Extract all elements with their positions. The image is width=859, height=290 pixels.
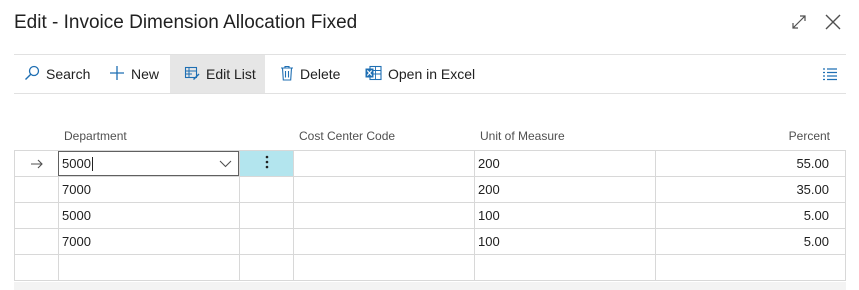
unit-of-measure-cell[interactable]: 100 <box>474 203 655 228</box>
arrow-right-icon <box>14 151 58 176</box>
grid-header: Department Cost Center Code Unit of Meas… <box>14 124 846 150</box>
row-indicator <box>14 177 58 202</box>
department-cell[interactable]: 5000 <box>58 203 239 228</box>
delete-label: Delete <box>300 66 341 82</box>
grid-rows: 5000 200 55.00 7000 200 35.00 5000 100 5… <box>14 150 846 281</box>
chevron-down-icon[interactable] <box>219 156 232 171</box>
window-controls <box>789 12 843 32</box>
excel-icon <box>365 65 382 84</box>
row-actions-menu[interactable] <box>239 203 293 228</box>
search-label: Search <box>46 66 91 82</box>
row-actions-menu[interactable] <box>239 151 293 176</box>
row-indicator <box>14 203 58 228</box>
open-in-excel-label: Open in Excel <box>388 66 476 82</box>
edit-list-label: Edit List <box>206 66 256 82</box>
row-actions-menu[interactable] <box>239 255 293 280</box>
department-cell[interactable]: 7000 <box>58 177 239 202</box>
department-input-value: 5000 <box>62 155 93 172</box>
percent-cell[interactable]: 35.00 <box>655 177 846 202</box>
close-icon[interactable] <box>823 12 843 32</box>
new-label: New <box>131 66 160 82</box>
unit-of-measure-cell[interactable]: 100 <box>474 229 655 254</box>
unit-of-measure-cell[interactable]: 200 <box>474 177 655 202</box>
table-row[interactable]: 5000 100 5.00 <box>14 203 846 229</box>
plus-icon <box>109 65 125 84</box>
edit-list-icon <box>184 65 200 84</box>
column-header-percent[interactable]: Percent <box>789 129 830 143</box>
cost-center-code-cell[interactable] <box>293 177 474 202</box>
unit-of-measure-cell[interactable]: 200 <box>474 151 655 176</box>
column-header-department[interactable]: Department <box>64 129 127 143</box>
trash-icon <box>280 65 294 84</box>
more-vertical-icon <box>265 155 269 172</box>
column-header-cost-center-code[interactable]: Cost Center Code <box>299 129 395 143</box>
scroll-area-footer <box>14 282 846 290</box>
unit-of-measure-cell[interactable] <box>474 255 655 280</box>
department-cell[interactable]: 7000 <box>58 229 239 254</box>
row-indicator <box>14 229 58 254</box>
list-view-icon[interactable] <box>822 55 838 93</box>
percent-cell[interactable]: 55.00 <box>655 151 846 176</box>
cost-center-code-cell[interactable] <box>293 255 474 280</box>
cost-center-code-cell[interactable] <box>293 203 474 228</box>
cost-center-code-cell[interactable] <box>293 151 474 176</box>
delete-button[interactable]: Delete <box>280 55 340 93</box>
page-title: Edit - Invoice Dimension Allocation Fixe… <box>14 12 358 33</box>
row-actions-menu[interactable] <box>239 177 293 202</box>
table-row[interactable]: 7000 200 35.00 <box>14 177 846 203</box>
column-header-unit-of-measure[interactable]: Unit of Measure <box>480 129 565 143</box>
department-cell[interactable] <box>58 255 239 280</box>
edit-list-button[interactable]: Edit List <box>170 55 265 93</box>
search-icon <box>24 65 40 84</box>
percent-cell[interactable] <box>655 255 846 280</box>
department-input[interactable]: 5000 <box>58 151 239 176</box>
percent-cell[interactable]: 5.00 <box>655 203 846 228</box>
search-button[interactable]: Search <box>24 55 90 93</box>
cost-center-code-cell[interactable] <box>293 229 474 254</box>
table-row[interactable]: 5000 200 55.00 <box>14 151 846 177</box>
allocation-grid: Department Cost Center Code Unit of Meas… <box>14 124 846 281</box>
new-button[interactable]: New <box>109 55 159 93</box>
percent-cell[interactable]: 5.00 <box>655 229 846 254</box>
table-row[interactable]: 7000 100 5.00 <box>14 229 846 255</box>
action-bar: Search New Edit List Delete Open in Exce… <box>14 54 846 94</box>
table-row[interactable] <box>14 255 846 281</box>
row-indicator <box>14 255 58 280</box>
expand-diagonal-icon[interactable] <box>789 12 809 32</box>
open-in-excel-button[interactable]: Open in Excel <box>365 55 475 93</box>
row-actions-menu[interactable] <box>239 229 293 254</box>
